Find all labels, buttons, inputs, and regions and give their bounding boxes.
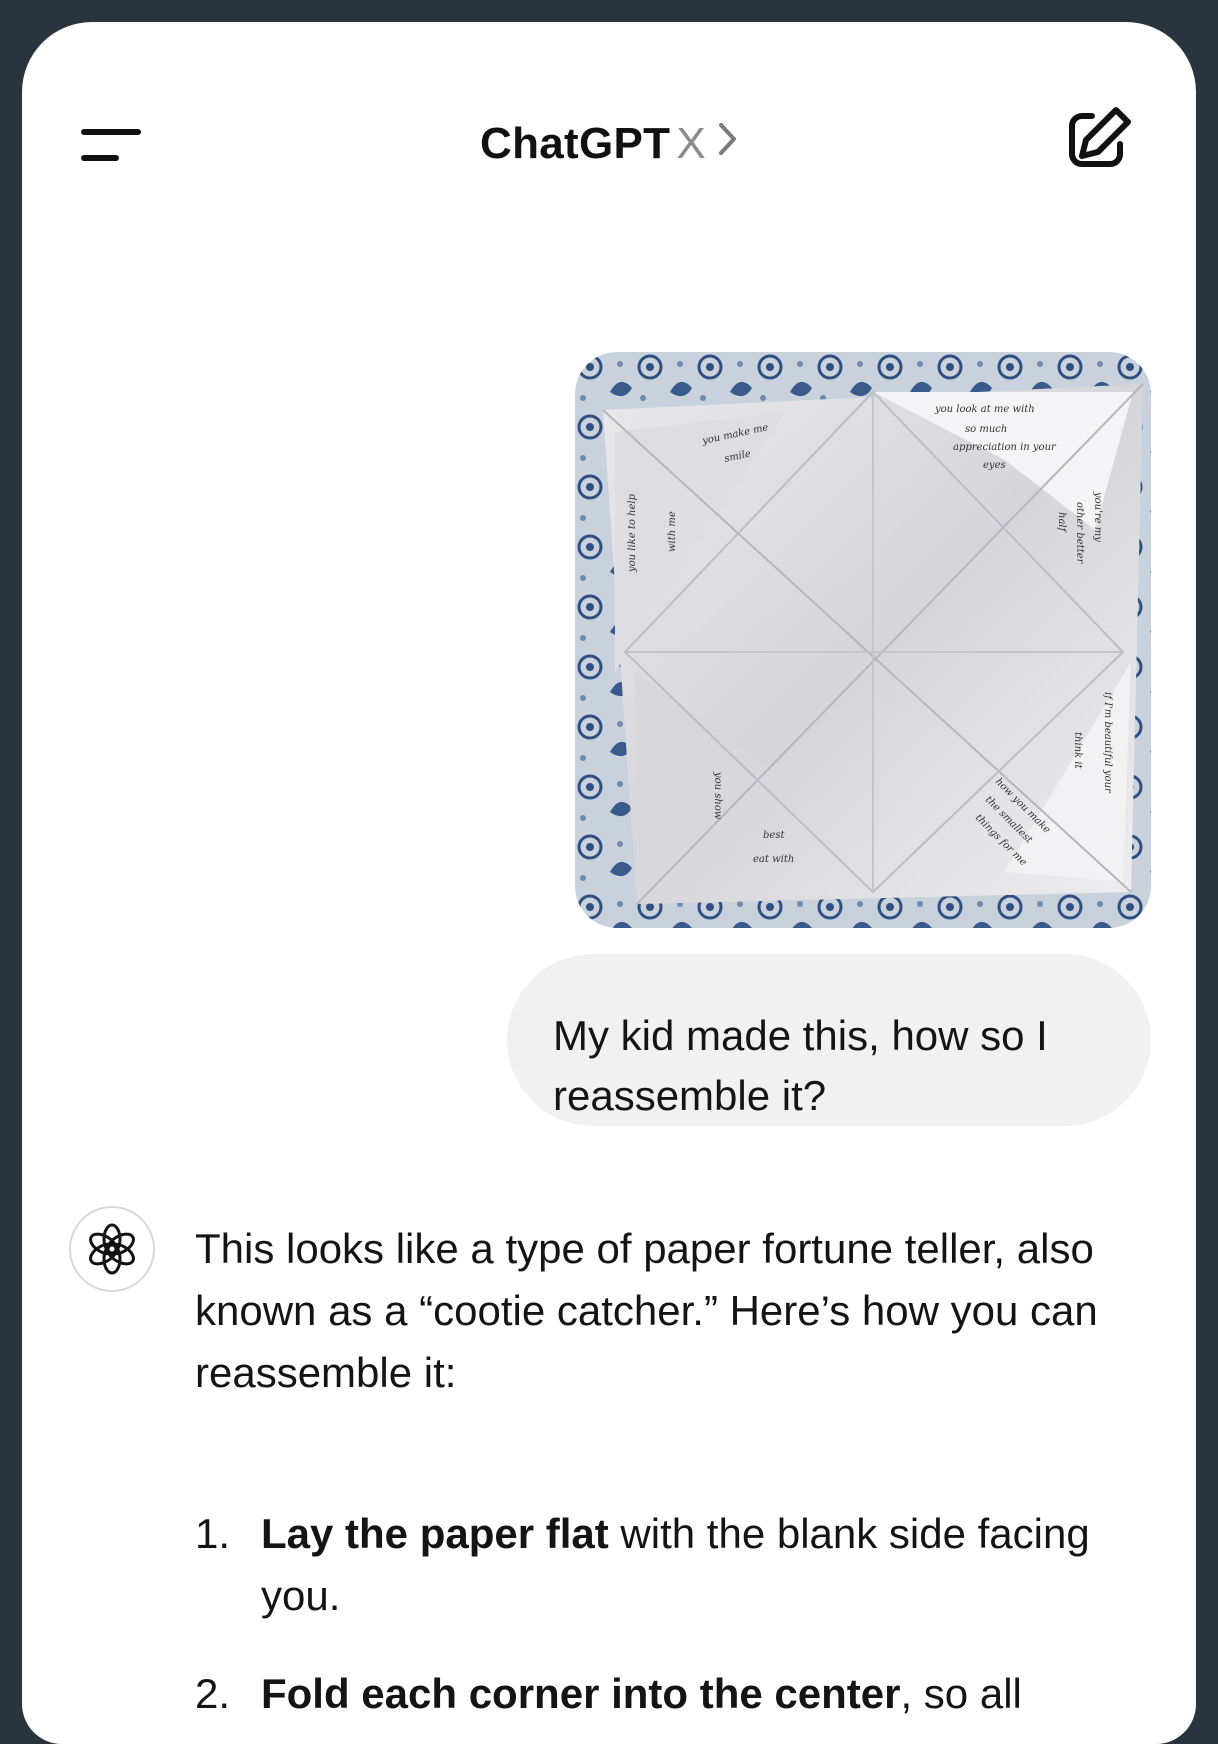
steps-list: 1. Lay the paper flat with the blank side… — [195, 1503, 1155, 1744]
step-text: , so all — [900, 1670, 1022, 1717]
assistant-avatar — [69, 1206, 155, 1292]
svg-text:so much: so much — [965, 424, 1007, 435]
step-number: 1. — [195, 1510, 231, 1557]
svg-text:eyes: eyes — [983, 460, 1006, 471]
svg-text:you like to help: you like to help — [627, 493, 638, 573]
step-bold: Lay the paper flat — [261, 1510, 609, 1557]
chevron-right-icon — [718, 116, 738, 168]
assistant-intro: This looks like a type of paper fortune … — [195, 1225, 1098, 1396]
svg-text:appreciation in your: appreciation in your — [953, 442, 1057, 453]
list-item: 2. Fold each corner into the center, so a… — [195, 1663, 1155, 1725]
svg-text:other better: other better — [1074, 502, 1085, 565]
phone-screen: ChatGPT X you look at me with so much ap… — [22, 22, 1196, 1744]
step-number: 2. — [195, 1670, 231, 1717]
chatgpt-logo-icon — [89, 1223, 135, 1275]
model-name: X — [676, 119, 706, 168]
svg-text:best: best — [763, 830, 785, 841]
svg-text:you show: you show — [712, 771, 723, 820]
svg-text:you're my: you're my — [1092, 491, 1103, 542]
user-message-text: My kid made this, how so I reassemble it… — [553, 1012, 1048, 1119]
svg-text:half: half — [1056, 512, 1067, 534]
list-item: 1. Lay the paper flat with the blank side… — [195, 1503, 1155, 1627]
new-chat-button[interactable] — [1060, 98, 1140, 178]
model-selector[interactable]: ChatGPT X — [22, 118, 1196, 170]
top-bar: ChatGPT X — [22, 22, 1196, 222]
svg-text:if I'm beautiful your: if I'm beautiful your — [1102, 692, 1113, 794]
step-bold: Fold each corner into the center — [261, 1670, 901, 1717]
compose-icon — [1069, 107, 1131, 167]
svg-text:with me: with me — [667, 511, 678, 552]
assistant-message: This looks like a type of paper fortune … — [195, 1218, 1145, 1404]
svg-text:eat with: eat with — [753, 854, 794, 865]
attached-photo[interactable]: you look at me with so much appreciation… — [575, 352, 1151, 928]
cootie-catcher-photo: you look at me with so much appreciation… — [575, 352, 1151, 928]
user-message-bubble: My kid made this, how so I reassemble it… — [507, 954, 1151, 1126]
svg-text:you look at me with: you look at me with — [934, 404, 1035, 415]
svg-text:think it: think it — [1072, 732, 1083, 770]
app-title: ChatGPT — [480, 119, 671, 168]
